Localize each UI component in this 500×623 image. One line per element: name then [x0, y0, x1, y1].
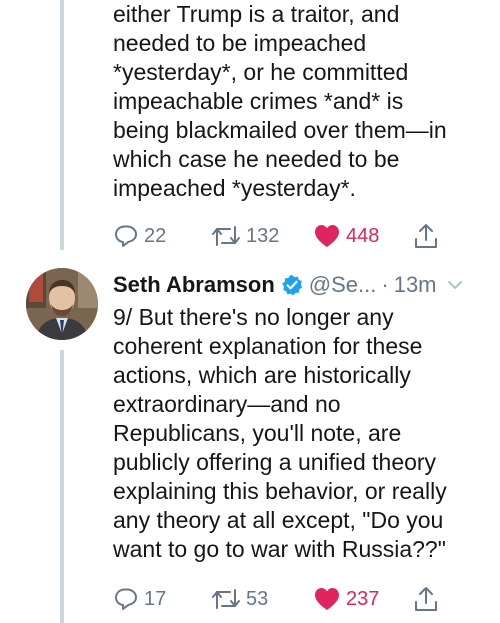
tweet-text: 9/ But there's no longer any coherent ex… [113, 304, 447, 562]
like-button[interactable]: 448 [313, 220, 379, 252]
retweet-icon [211, 586, 241, 612]
avatar[interactable] [26, 268, 98, 340]
reply-count: 17 [144, 587, 167, 610]
reply-icon [113, 586, 139, 612]
retweet-icon [211, 223, 241, 249]
avatar-photo [26, 268, 98, 340]
header-separator: · [381, 272, 389, 297]
tweet-header: Seth Abramson @Se... · 13m [113, 269, 498, 301]
tweet-actions: 17 53 237 [113, 583, 453, 615]
share-button[interactable] [413, 220, 439, 252]
like-count: 237 [346, 587, 380, 610]
reply-button[interactable]: 17 [113, 583, 166, 615]
share-icon [413, 222, 439, 250]
thread-line-bottom [60, 350, 64, 623]
like-button[interactable]: 237 [313, 583, 379, 615]
tweet-timestamp[interactable]: 13m [394, 272, 437, 298]
reply-button[interactable]: 22 [113, 220, 166, 252]
retweet-count: 132 [246, 224, 280, 247]
retweet-count: 53 [246, 587, 269, 610]
like-count: 448 [346, 224, 380, 247]
like-icon [313, 223, 341, 249]
share-icon [413, 585, 439, 613]
author-handle[interactable]: @Se... [309, 272, 377, 298]
thread-line-top [60, 0, 64, 250]
tweet-actions: 22 132 448 [113, 220, 453, 252]
verified-badge-icon [281, 274, 303, 296]
author-name[interactable]: Seth Abramson [113, 272, 275, 298]
retweet-button[interactable]: 53 [211, 583, 268, 615]
reply-count: 22 [144, 224, 167, 247]
retweet-button[interactable]: 132 [211, 220, 279, 252]
chevron-down-icon[interactable] [447, 277, 463, 293]
reply-icon [113, 223, 139, 249]
like-icon [313, 586, 341, 612]
tweet-text: either Trump is a traitor, and needed to… [113, 1, 447, 201]
share-button[interactable] [413, 583, 439, 615]
